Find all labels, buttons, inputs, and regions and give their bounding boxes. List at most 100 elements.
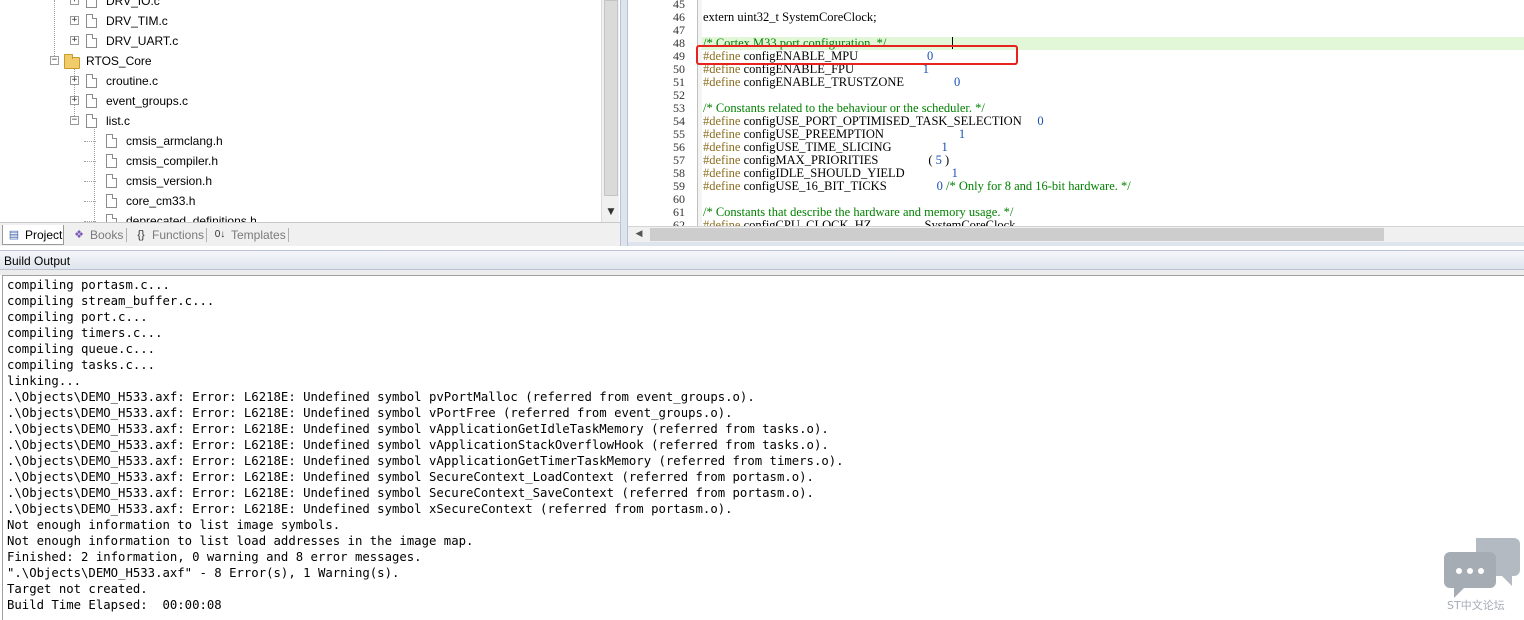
tree-file-item[interactable]: cmsis_version.h: [0, 171, 600, 191]
collapse-icon[interactable]: −: [70, 116, 79, 125]
tree-file-item[interactable]: deprecated_definitions.h: [0, 211, 600, 222]
code-token: #define: [703, 218, 741, 227]
code-token: 1: [958, 127, 966, 141]
file-icon: [106, 174, 117, 188]
file-icon: [106, 214, 117, 222]
code-token: #define: [703, 179, 741, 193]
scroll-down-arrow-icon[interactable]: ▼: [603, 204, 619, 220]
tree-folder-item[interactable]: − RTOS_Core: [0, 51, 600, 71]
output-line: .\Objects\DEMO_H533.axf: Error: L6218E: …: [7, 502, 733, 516]
file-icon: [106, 134, 117, 148]
watermark-text: ST中文论坛: [1447, 599, 1505, 612]
output-line: Not enough information to list load addr…: [7, 534, 474, 548]
tree-item-label: list.c: [106, 114, 130, 128]
file-icon: [86, 0, 97, 8]
build-output-log[interactable]: compiling portasm.c... compiling stream_b…: [2, 275, 1524, 620]
code-token: #define: [703, 114, 741, 128]
tree-file-item[interactable]: + DRV_TIM.c: [0, 11, 600, 31]
file-icon: [86, 114, 97, 128]
output-line: compiling timers.c...: [7, 326, 163, 340]
tree-item-label: event_groups.c: [106, 94, 189, 108]
tree-item-label: croutine.c: [106, 74, 159, 88]
code-line[interactable]: #define configENABLE_TRUSTZONE 0: [703, 76, 960, 89]
output-line: .\Objects\DEMO_H533.axf: Error: L6218E: …: [7, 454, 844, 468]
build-output-title: Build Output: [4, 254, 71, 268]
tab-label: Functions: [152, 228, 205, 242]
code-editor[interactable]: 45 46 47 48 49 50 51 52 53 54 55 56 57 58 59 60 61 62 ext…: [628, 0, 1524, 226]
code-token: /* Constants that describe the hardware …: [703, 205, 1014, 219]
line-number-gutter: 45 46 47 48 49 50 51 52 53 54 55 56 57 58 59 60 61 62: [628, 0, 698, 226]
expand-icon[interactable]: +: [70, 36, 79, 45]
file-icon: [106, 154, 117, 168]
code-token: extern uint32_t SystemCoreClock;: [703, 10, 877, 24]
tree-file-item[interactable]: + DRV_UART.c: [0, 31, 600, 51]
tab-books[interactable]: ❖ Books: [68, 225, 124, 245]
code-token: 1: [951, 166, 958, 180]
templates-icon: 0↓: [214, 229, 226, 240]
code-token: #define: [703, 75, 741, 89]
code-line[interactable]: #define configUSE_16_BIT_TICKS 0 /* Only…: [703, 180, 1131, 193]
code-token: /* Only for 8 and 16-bit hardware. */: [942, 179, 1131, 193]
tab-label: Project: [25, 227, 63, 242]
tree-file-item[interactable]: core_cm33.h: [0, 191, 600, 211]
tree-item-label: deprecated_definitions.h: [126, 214, 257, 222]
tree-file-item[interactable]: + croutine.c: [0, 71, 600, 91]
code-token: #define: [703, 166, 741, 180]
expand-icon[interactable]: +: [70, 0, 79, 5]
project-icon: ▤: [8, 228, 20, 241]
output-line: ".\Objects\DEMO_H533.axf" - 8 Error(s), …: [7, 566, 400, 580]
output-line: .\Objects\DEMO_H533.axf: Error: L6218E: …: [7, 406, 733, 420]
code-token: configENABLE_TRUSTZONE: [740, 75, 955, 89]
expand-icon[interactable]: +: [70, 76, 79, 85]
expand-icon[interactable]: +: [70, 16, 79, 25]
tree-file-item[interactable]: + event_groups.c: [0, 91, 600, 111]
output-line: Finished: 2 information, 0 warning and 8…: [7, 550, 422, 564]
code-line[interactable]: #define configCPU_CLOCK_HZ SystemCoreClo…: [703, 218, 1015, 227]
scrollbar-thumb[interactable]: [604, 0, 618, 196]
output-line: compiling port.c...: [7, 310, 148, 324]
code-token: /* Constants related to the behaviour or…: [703, 101, 985, 115]
editor-margin: [698, 0, 702, 226]
code-token: configMAX_PRIORITIES (: [740, 153, 936, 167]
output-line: .\Objects\DEMO_H533.axf: Error: L6218E: …: [7, 486, 814, 500]
collapse-icon[interactable]: −: [50, 56, 59, 65]
editor-horizontal-scrollbar[interactable]: ◀: [628, 226, 1524, 242]
tab-project[interactable]: ▤ Project: [2, 225, 64, 245]
tree-branch-line: [84, 201, 96, 202]
annotation-highlight-box: [696, 45, 1018, 65]
code-token: configUSE_PORT_OPTIMISED_TASK_SELECTION: [740, 114, 1038, 128]
file-icon: [86, 14, 97, 28]
tree-item-label: DRV_TIM.c: [106, 14, 168, 28]
project-window-tabs: ▤ Project ❖ Books {} Functions 0↓ Templa…: [0, 222, 620, 246]
code-token: 0: [1037, 114, 1044, 128]
code-token: configIDLE_SHOULD_YIELD: [740, 166, 952, 180]
tab-divider: [288, 228, 289, 242]
tree-file-item[interactable]: − list.c: [0, 111, 600, 131]
tree-item-label: DRV_UART.c: [106, 34, 179, 48]
scrollbar-thumb[interactable]: [650, 228, 1384, 241]
code-token: configUSE_TIME_SLICING: [740, 140, 942, 154]
tab-functions[interactable]: {} Functions: [130, 225, 206, 245]
scroll-left-arrow-icon[interactable]: ◀: [632, 227, 646, 241]
project-tree-scrollbar[interactable]: ▼: [601, 0, 619, 222]
line-number: 62: [673, 218, 685, 227]
tree-item-label: cmsis_version.h: [126, 174, 213, 188]
output-line: compiling stream_buffer.c...: [7, 294, 215, 308]
code-line[interactable]: extern uint32_t SystemCoreClock;: [703, 11, 877, 24]
tree-file-item[interactable]: + DRV_IO.c: [0, 0, 600, 11]
tab-templates[interactable]: 0↓ Templates: [209, 225, 287, 245]
code-token: ): [941, 153, 950, 167]
tree-file-item[interactable]: cmsis_compiler.h: [0, 151, 600, 171]
output-line: .\Objects\DEMO_H533.axf: Error: L6218E: …: [7, 470, 814, 484]
expand-icon[interactable]: +: [70, 96, 79, 105]
file-icon: [86, 74, 97, 88]
tree-branch-line: [84, 161, 96, 162]
tree-item-label: cmsis_compiler.h: [126, 154, 219, 168]
build-output-header: Build Output: [0, 250, 1524, 270]
output-line: .\Objects\DEMO_H533.axf: Error: L6218E: …: [7, 390, 755, 404]
output-line: compiling queue.c...: [7, 342, 156, 356]
tree-file-item[interactable]: cmsis_armclang.h: [0, 131, 600, 151]
window-splitter[interactable]: [620, 0, 628, 246]
file-icon: [86, 34, 97, 48]
file-icon: [106, 194, 117, 208]
